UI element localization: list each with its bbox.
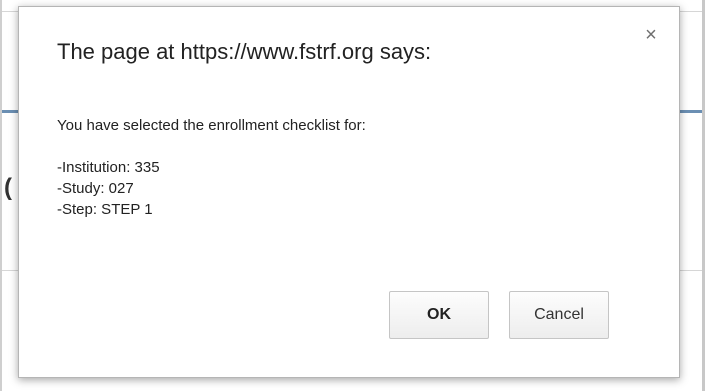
background-partial-text: (	[4, 174, 12, 201]
close-icon[interactable]: ×	[639, 23, 663, 47]
alert-dialog: The page at https://www.fstrf.org says: …	[18, 6, 680, 378]
dialog-title: The page at https://www.fstrf.org says:	[57, 39, 432, 64]
message-spacer	[57, 136, 366, 157]
cancel-button[interactable]: Cancel	[509, 291, 609, 339]
message-step: -Step: STEP 1	[57, 201, 153, 218]
background-left-edge	[0, 0, 2, 391]
dialog-message: You have selected the enrollment checkli…	[57, 115, 366, 220]
message-intro: You have selected the enrollment checkli…	[57, 117, 366, 134]
message-institution: -Institution: 335	[57, 159, 160, 176]
ok-button[interactable]: OK	[389, 291, 489, 339]
message-study: -Study: 027	[57, 180, 134, 197]
